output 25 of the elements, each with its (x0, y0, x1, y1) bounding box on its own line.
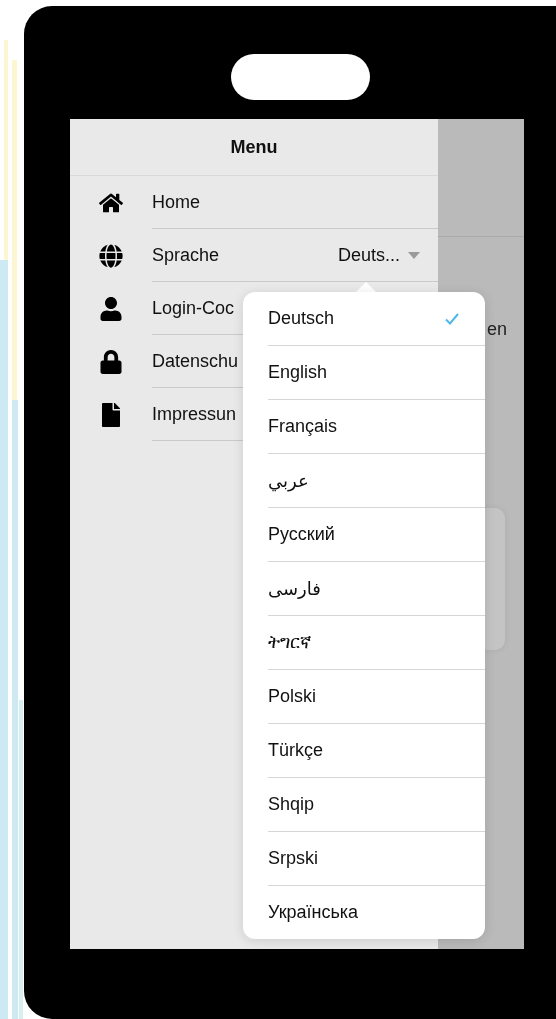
language-option[interactable]: ትግርኛ (268, 616, 485, 670)
menu-item[interactable]: Home (152, 191, 200, 213)
lock-icon[interactable] (99, 349, 123, 374)
language-option[interactable]: English (268, 346, 485, 400)
menu-item[interactable]: Impressun (152, 403, 237, 425)
globe-icon[interactable] (99, 243, 123, 268)
menu-title: Menu (230, 136, 278, 158)
language-option[interactable]: Polski (268, 670, 485, 724)
user-icon[interactable] (99, 296, 123, 321)
menu-item[interactable]: Datenschu (152, 350, 239, 372)
language-option[interactable]: Русский (268, 508, 485, 562)
language-option[interactable]: فارسی (268, 562, 485, 616)
caret-icon (408, 251, 420, 259)
language-select[interactable]: Deuts... (337, 244, 420, 266)
background-text: en (487, 319, 508, 340)
language-option[interactable]: Shqip (268, 778, 485, 832)
file-icon[interactable] (99, 402, 123, 427)
language-option[interactable]: Українська (268, 886, 485, 939)
language-option[interactable]: Français (268, 400, 485, 454)
language-option[interactable]: Deutsch (268, 292, 485, 346)
language-option[interactable]: Türkçe (268, 724, 485, 778)
language-option[interactable]: Srpski (268, 832, 485, 886)
menu-item[interactable]: Sprache (152, 244, 220, 266)
language-option[interactable]: عربي (268, 454, 485, 508)
menu-item[interactable]: Login-Coc (152, 297, 235, 319)
